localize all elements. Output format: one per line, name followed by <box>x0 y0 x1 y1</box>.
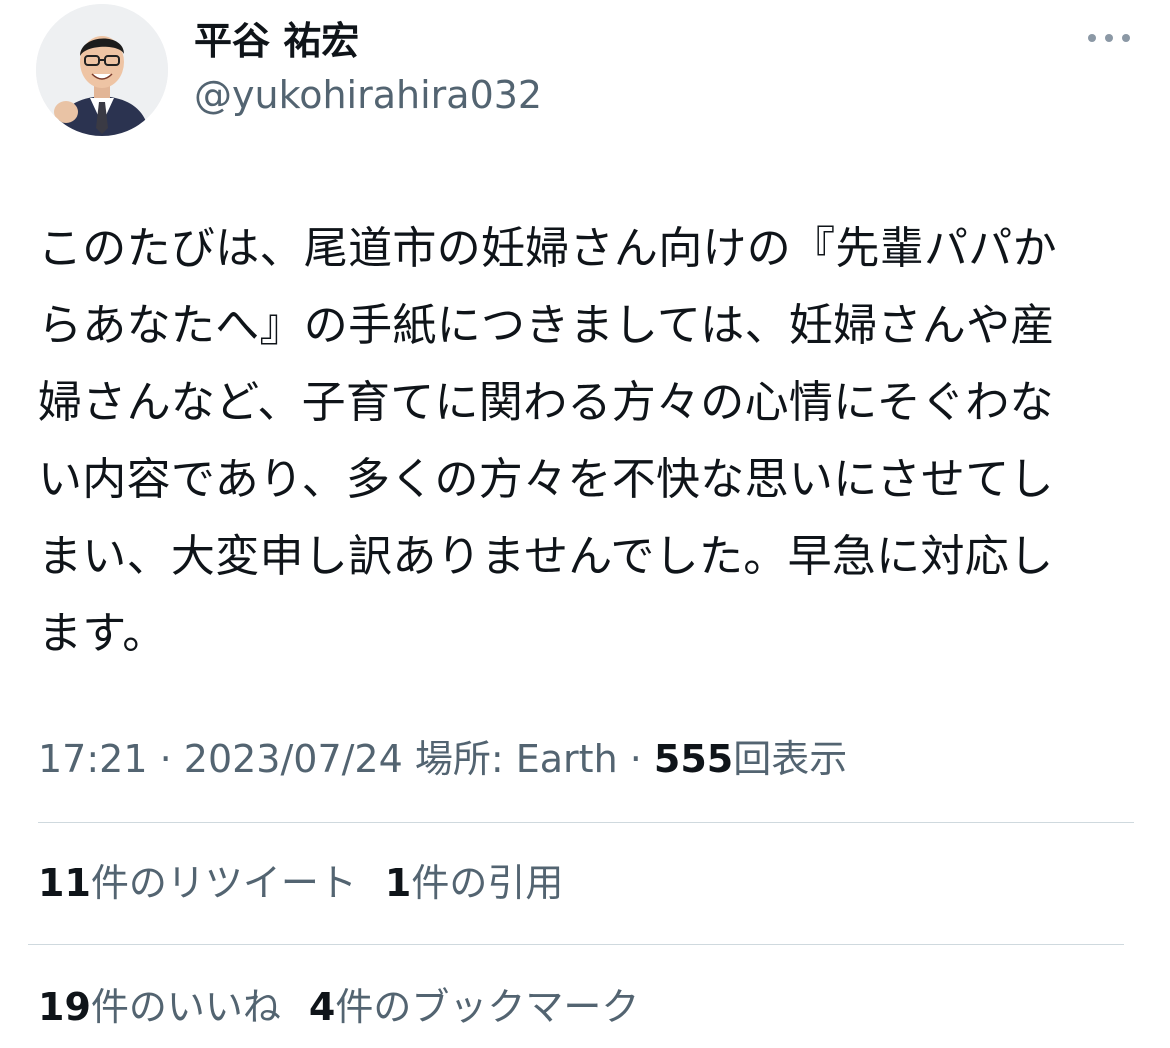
divider <box>38 822 1134 823</box>
meta-separator: · <box>617 737 654 781</box>
stats-row-reposts: 11件のリツイート 1件の引用 <box>38 858 591 908</box>
author-handle[interactable]: @yukohirahira032 <box>194 72 542 118</box>
tweet-text: このたびは、尾道市の妊婦さん向けの『先輩パパか らあなたへ』の手紙につきましては… <box>38 223 1057 659</box>
likes-count: 19 <box>38 985 91 1029</box>
avatar-photo <box>36 4 168 136</box>
views-count: 555 <box>653 737 734 781</box>
divider <box>28 944 1124 945</box>
retweets-label: 件のリツイート <box>90 861 357 905</box>
tweet-date[interactable]: 2023/07/24 <box>184 737 403 781</box>
tweet-time[interactable]: 17:21 <box>38 737 148 781</box>
bookmarks-stat[interactable]: 4件のブックマーク <box>309 982 639 1032</box>
retweets-stat[interactable]: 11件のリツイート <box>38 858 357 908</box>
views-label: 回表示 <box>733 737 848 781</box>
likes-label: 件のいいね <box>90 985 281 1029</box>
tweet-location: 場所: Earth <box>402 737 618 781</box>
bookmarks-label: 件のブックマーク <box>335 985 640 1029</box>
retweets-count: 11 <box>38 861 91 905</box>
stats-row-likes: 19件のいいね 4件のブックマーク <box>38 982 667 1032</box>
tweet-header: 平谷 祐宏 @yukohirahira032 <box>36 4 1134 138</box>
quotes-label: 件の引用 <box>411 861 564 905</box>
quotes-stat[interactable]: 1件の引用 <box>385 858 563 908</box>
bookmarks-count: 4 <box>308 985 336 1029</box>
avatar[interactable] <box>36 4 168 136</box>
likes-stat[interactable]: 19件のいいね <box>38 982 281 1032</box>
tweet-meta: 17:21 · 2023/07/24 場所: Earth · 555回表示 <box>38 734 847 784</box>
meta-separator: · <box>147 737 184 781</box>
quotes-count: 1 <box>384 861 412 905</box>
author-display-name[interactable]: 平谷 祐宏 <box>194 18 359 64</box>
more-horizontal-icon[interactable] <box>1084 28 1134 48</box>
